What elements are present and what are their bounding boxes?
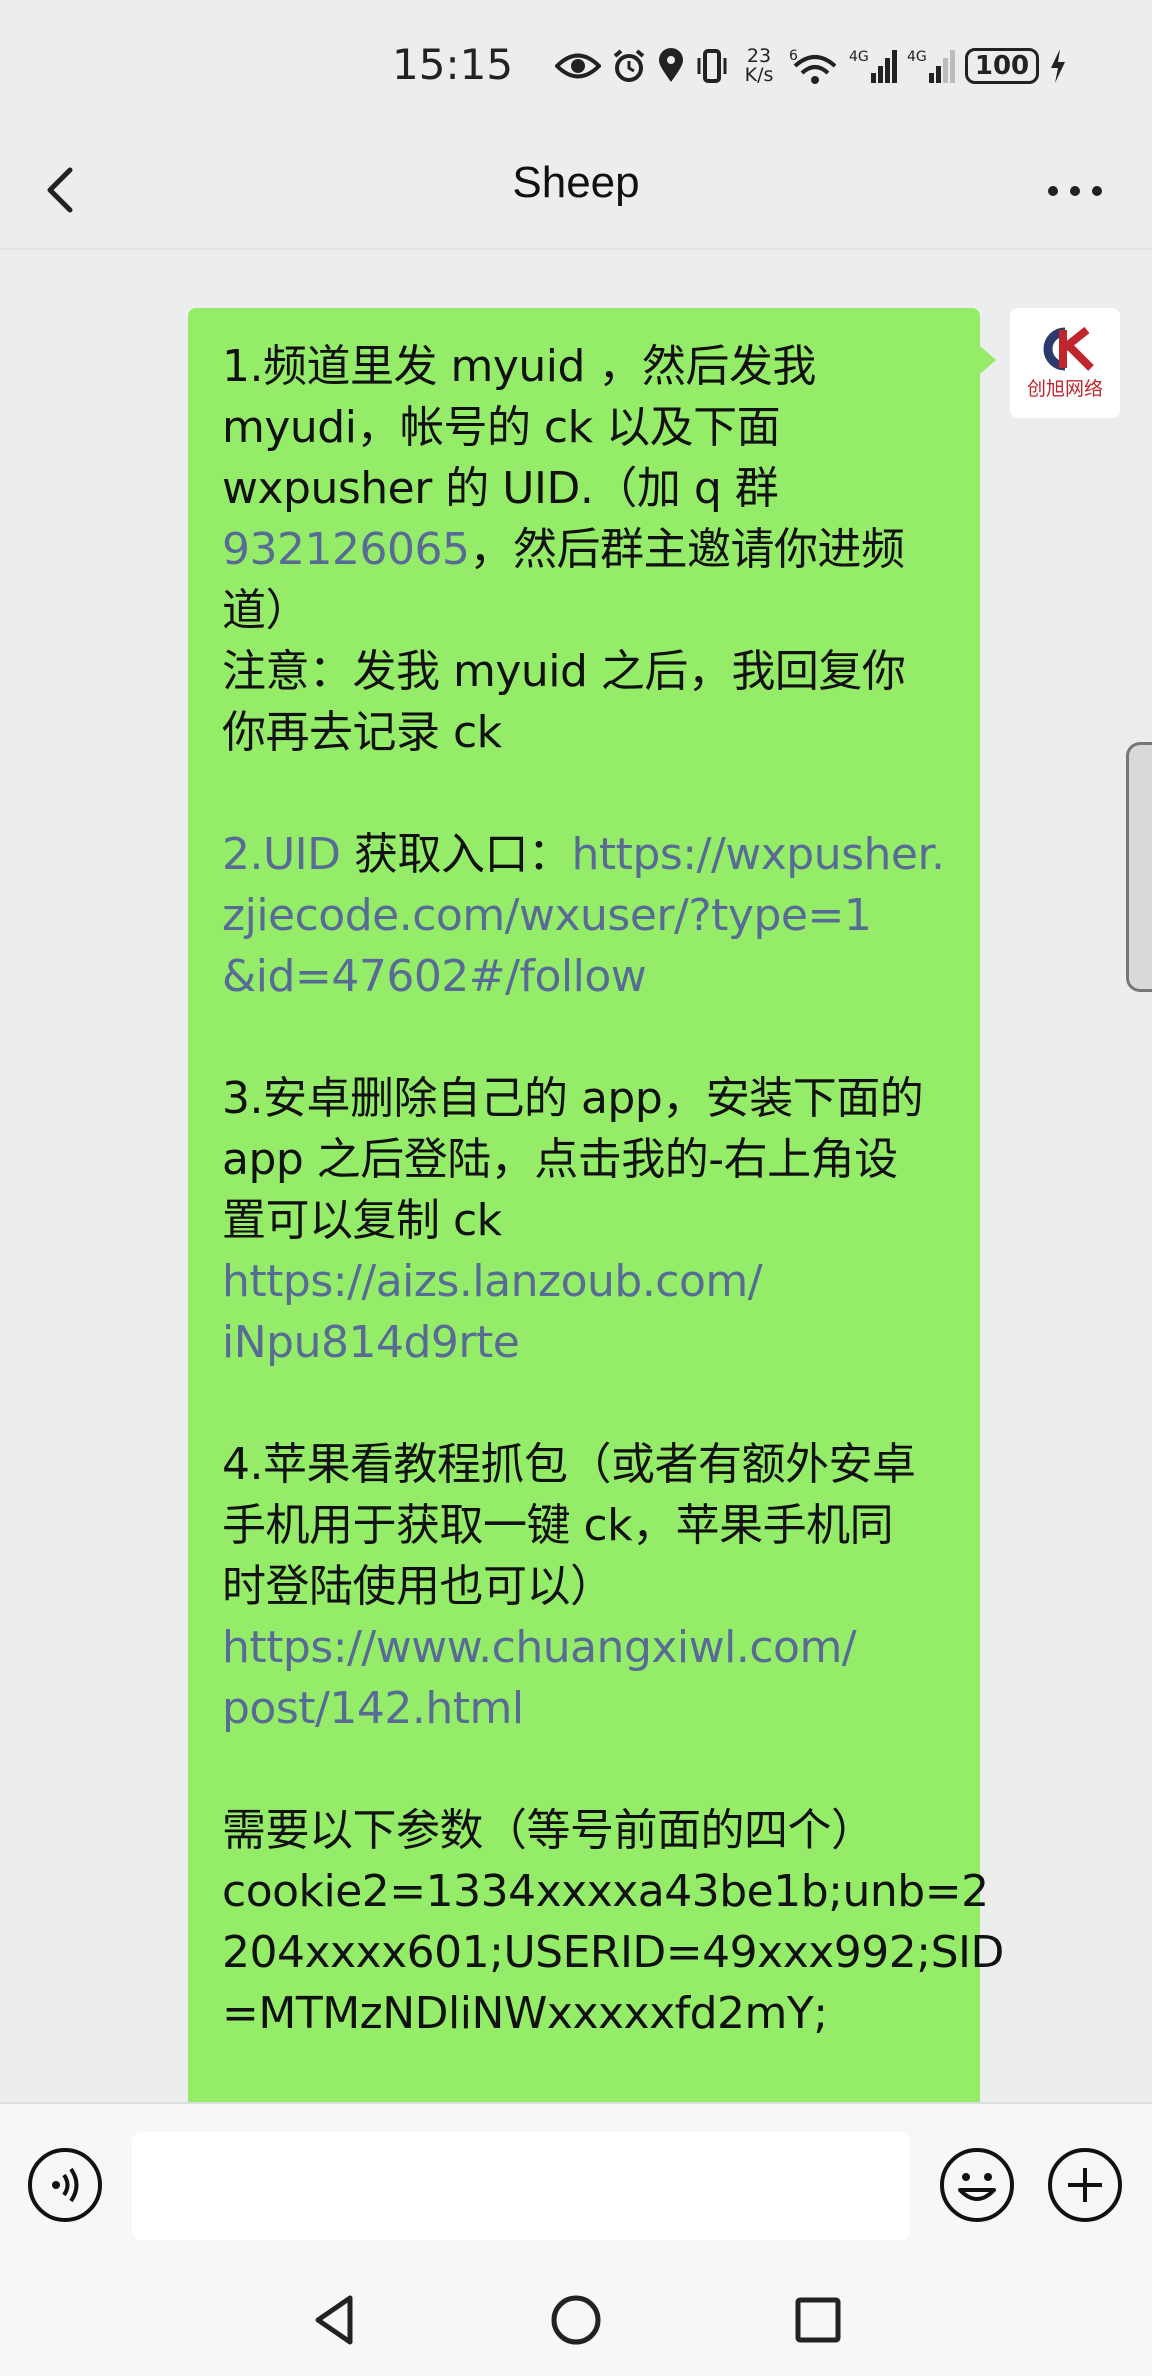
battery-icon: 100: [965, 48, 1039, 84]
message-link[interactable]: iNpu814d9rte: [222, 1312, 946, 1373]
message-line: [222, 1739, 946, 1800]
message-line: [222, 763, 946, 824]
emoji-icon[interactable]: [938, 2146, 1016, 2224]
message-link[interactable]: 932126065: [222, 524, 470, 575]
svg-text:4G: 4G: [849, 49, 869, 65]
avatar-caption: 创旭网络: [1026, 377, 1103, 400]
plus-circle-icon[interactable]: [1046, 2146, 1124, 2224]
message-line: 2.UID 获取入口：https://wxpusher.: [222, 824, 946, 885]
message-line: 道）: [222, 585, 310, 636]
message-line: 4.苹果看教程抓包（或者有额外安卓: [222, 1439, 916, 1490]
message-line: [222, 1007, 946, 1068]
message-line: 手机用于获取一键 ck，苹果手机同: [222, 1500, 894, 1551]
avatar[interactable]: 创旭网络: [1010, 308, 1120, 418]
message-link[interactable]: https://www.chuangxiwl.com/: [222, 1617, 946, 1678]
nav-recent-icon[interactable]: [788, 2290, 848, 2350]
nav-home-icon[interactable]: [546, 2290, 606, 2350]
vibrate-icon: [697, 49, 727, 83]
more-dots-icon[interactable]: [1040, 166, 1110, 216]
message-line: wxpusher 的 UID.（加 q 群: [222, 463, 779, 514]
net-speed-unit: K/s: [744, 64, 774, 86]
svg-text:6: 6: [789, 48, 798, 64]
status-icons: 23 K/s 6 4G 4G 100: [555, 42, 1067, 90]
message-line: =MTMzNDliNWxxxxxfd2mY;: [222, 1988, 828, 2039]
chevron-left-icon[interactable]: [30, 158, 94, 222]
status-bar: 15:15 23 K/s 6 4G 4G 100: [0, 0, 1152, 130]
status-time: 15:15: [392, 40, 514, 89]
message-text: ，然后群主邀请你进频: [469, 524, 905, 575]
message-line: 时登陆使用也可以）: [222, 1561, 614, 1612]
message-link[interactable]: https://aizs.lanzoub.com/: [222, 1251, 946, 1312]
side-scroll-handle[interactable]: [1126, 742, 1152, 992]
message-text: 获取入口：: [340, 829, 572, 880]
system-nav-bar: [0, 2262, 1152, 2376]
signal-icon: 4G: [907, 49, 955, 83]
chat-header: Sheep: [0, 130, 1152, 250]
message-line: 3.安卓删除自己的 app，安装下面的: [222, 1073, 924, 1124]
message-line: myudi，帐号的 ck 以及下面: [222, 402, 781, 453]
location-icon: [659, 48, 683, 82]
alarm-icon: [613, 49, 645, 82]
signal-icon: 4G: [849, 49, 897, 83]
message-input[interactable]: [132, 2132, 910, 2240]
message-link[interactable]: 2.UID: [222, 829, 341, 880]
nav-back-icon[interactable]: [306, 2290, 366, 2350]
chat-title: Sheep: [512, 158, 640, 207]
message-line: 置可以复制 ck: [222, 1195, 502, 1246]
net-speed: 23 K/s: [739, 47, 779, 85]
message-line: [222, 1373, 946, 1434]
message-line: 1.频道里发 myuid ，然后发我: [222, 341, 816, 392]
message-link[interactable]: post/142.html: [222, 1678, 946, 1739]
eye-icon: [555, 53, 601, 79]
chat-area[interactable]: 1.频道里发 myuid ，然后发我 myudi，帐号的 ck 以及下面 wxpus…: [0, 252, 1152, 2102]
message-line: cookie2=1334xxxxa43be1b;unb=2: [222, 1866, 989, 1917]
voice-icon[interactable]: [26, 2146, 104, 2224]
input-bar: [0, 2102, 1152, 2262]
message-line: 932126065，然后群主邀请你进频: [222, 519, 946, 580]
message-line: app 之后登陆，点击我的-右上角设: [222, 1134, 898, 1185]
charging-icon: [1051, 49, 1065, 83]
message-line: 204xxxx601;USERID=49xxx992;SID: [222, 1927, 1004, 1978]
message-link[interactable]: zjiecode.com/wxuser/?type=1: [222, 885, 946, 946]
svg-text:4G: 4G: [907, 49, 927, 65]
message-line: 需要以下参数（等号前面的四个）: [222, 1805, 875, 1856]
message-bubble[interactable]: 1.频道里发 myuid ，然后发我 myudi，帐号的 ck 以及下面 wxpus…: [188, 308, 1004, 2102]
message-link[interactable]: https://wxpusher.: [572, 829, 945, 880]
message-line: 你再去记录 ck: [222, 707, 502, 758]
message-link[interactable]: &id=47602#/follow: [222, 946, 946, 1007]
wifi-icon: 6: [789, 48, 837, 84]
ck-logo-icon: [1043, 326, 1094, 371]
message-line: 注意：发我 myuid 之后，我回复你: [222, 646, 906, 697]
bubble-tail: [980, 346, 996, 374]
